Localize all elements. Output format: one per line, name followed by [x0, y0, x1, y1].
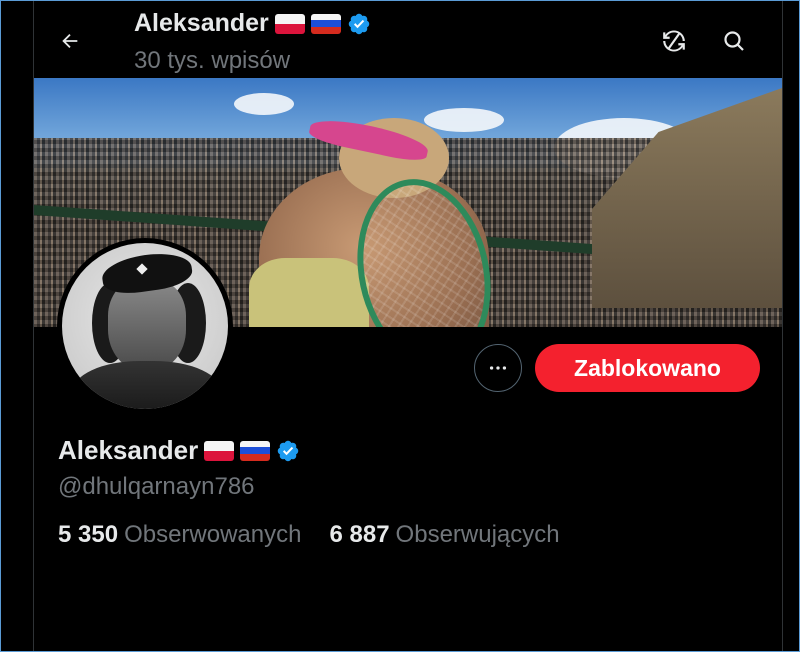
followers-count: 6 887 [329, 521, 390, 548]
following-link[interactable]: 5 350 Obserwowanych [58, 521, 301, 549]
profile-handle: @dhulqarnayn786 [58, 473, 255, 500]
followers-link[interactable]: 6 887 Obserwujących [329, 521, 559, 549]
followers-label: Obserwujących [395, 521, 560, 548]
following-label: Obserwowanych [124, 521, 302, 548]
avatar-image [62, 243, 228, 409]
back-button[interactable] [52, 23, 88, 59]
posts-count: 30 tys. wpisów [134, 47, 291, 74]
blocked-button[interactable]: Zablokowano [535, 344, 760, 392]
header-name: Aleksander [134, 9, 269, 37]
refresh-button[interactable] [656, 23, 692, 59]
app-frame: Aleksander 30 tys. wpisów Zablokowano Al… [1, 1, 799, 651]
profile-name: Aleksander [58, 435, 199, 465]
back-arrow-icon [62, 33, 78, 49]
search-button[interactable] [716, 23, 752, 59]
poland-flag-icon [204, 440, 235, 461]
refresh-icon [663, 30, 685, 52]
search-icon [724, 31, 744, 51]
more-options-button[interactable] [474, 344, 522, 392]
avatar[interactable] [57, 238, 233, 414]
verified-badge-icon[interactable] [276, 439, 300, 463]
following-count: 5 350 [58, 521, 119, 548]
russia-flag-icon [310, 13, 341, 34]
follow-stats: 5 350 Obserwowanych 6 887 Obserwujących [58, 521, 560, 549]
more-dots-icon [489, 366, 507, 370]
header-name-row: Aleksander [134, 9, 371, 38]
column-border-right [782, 1, 783, 651]
banner-player [249, 98, 509, 327]
poland-flag-icon [274, 13, 305, 34]
verified-badge-icon [348, 13, 370, 34]
profile-header: Aleksander 30 tys. wpisów [34, 1, 782, 77]
profile-name-row: Aleksander [58, 435, 300, 466]
russia-flag-icon [240, 440, 271, 461]
